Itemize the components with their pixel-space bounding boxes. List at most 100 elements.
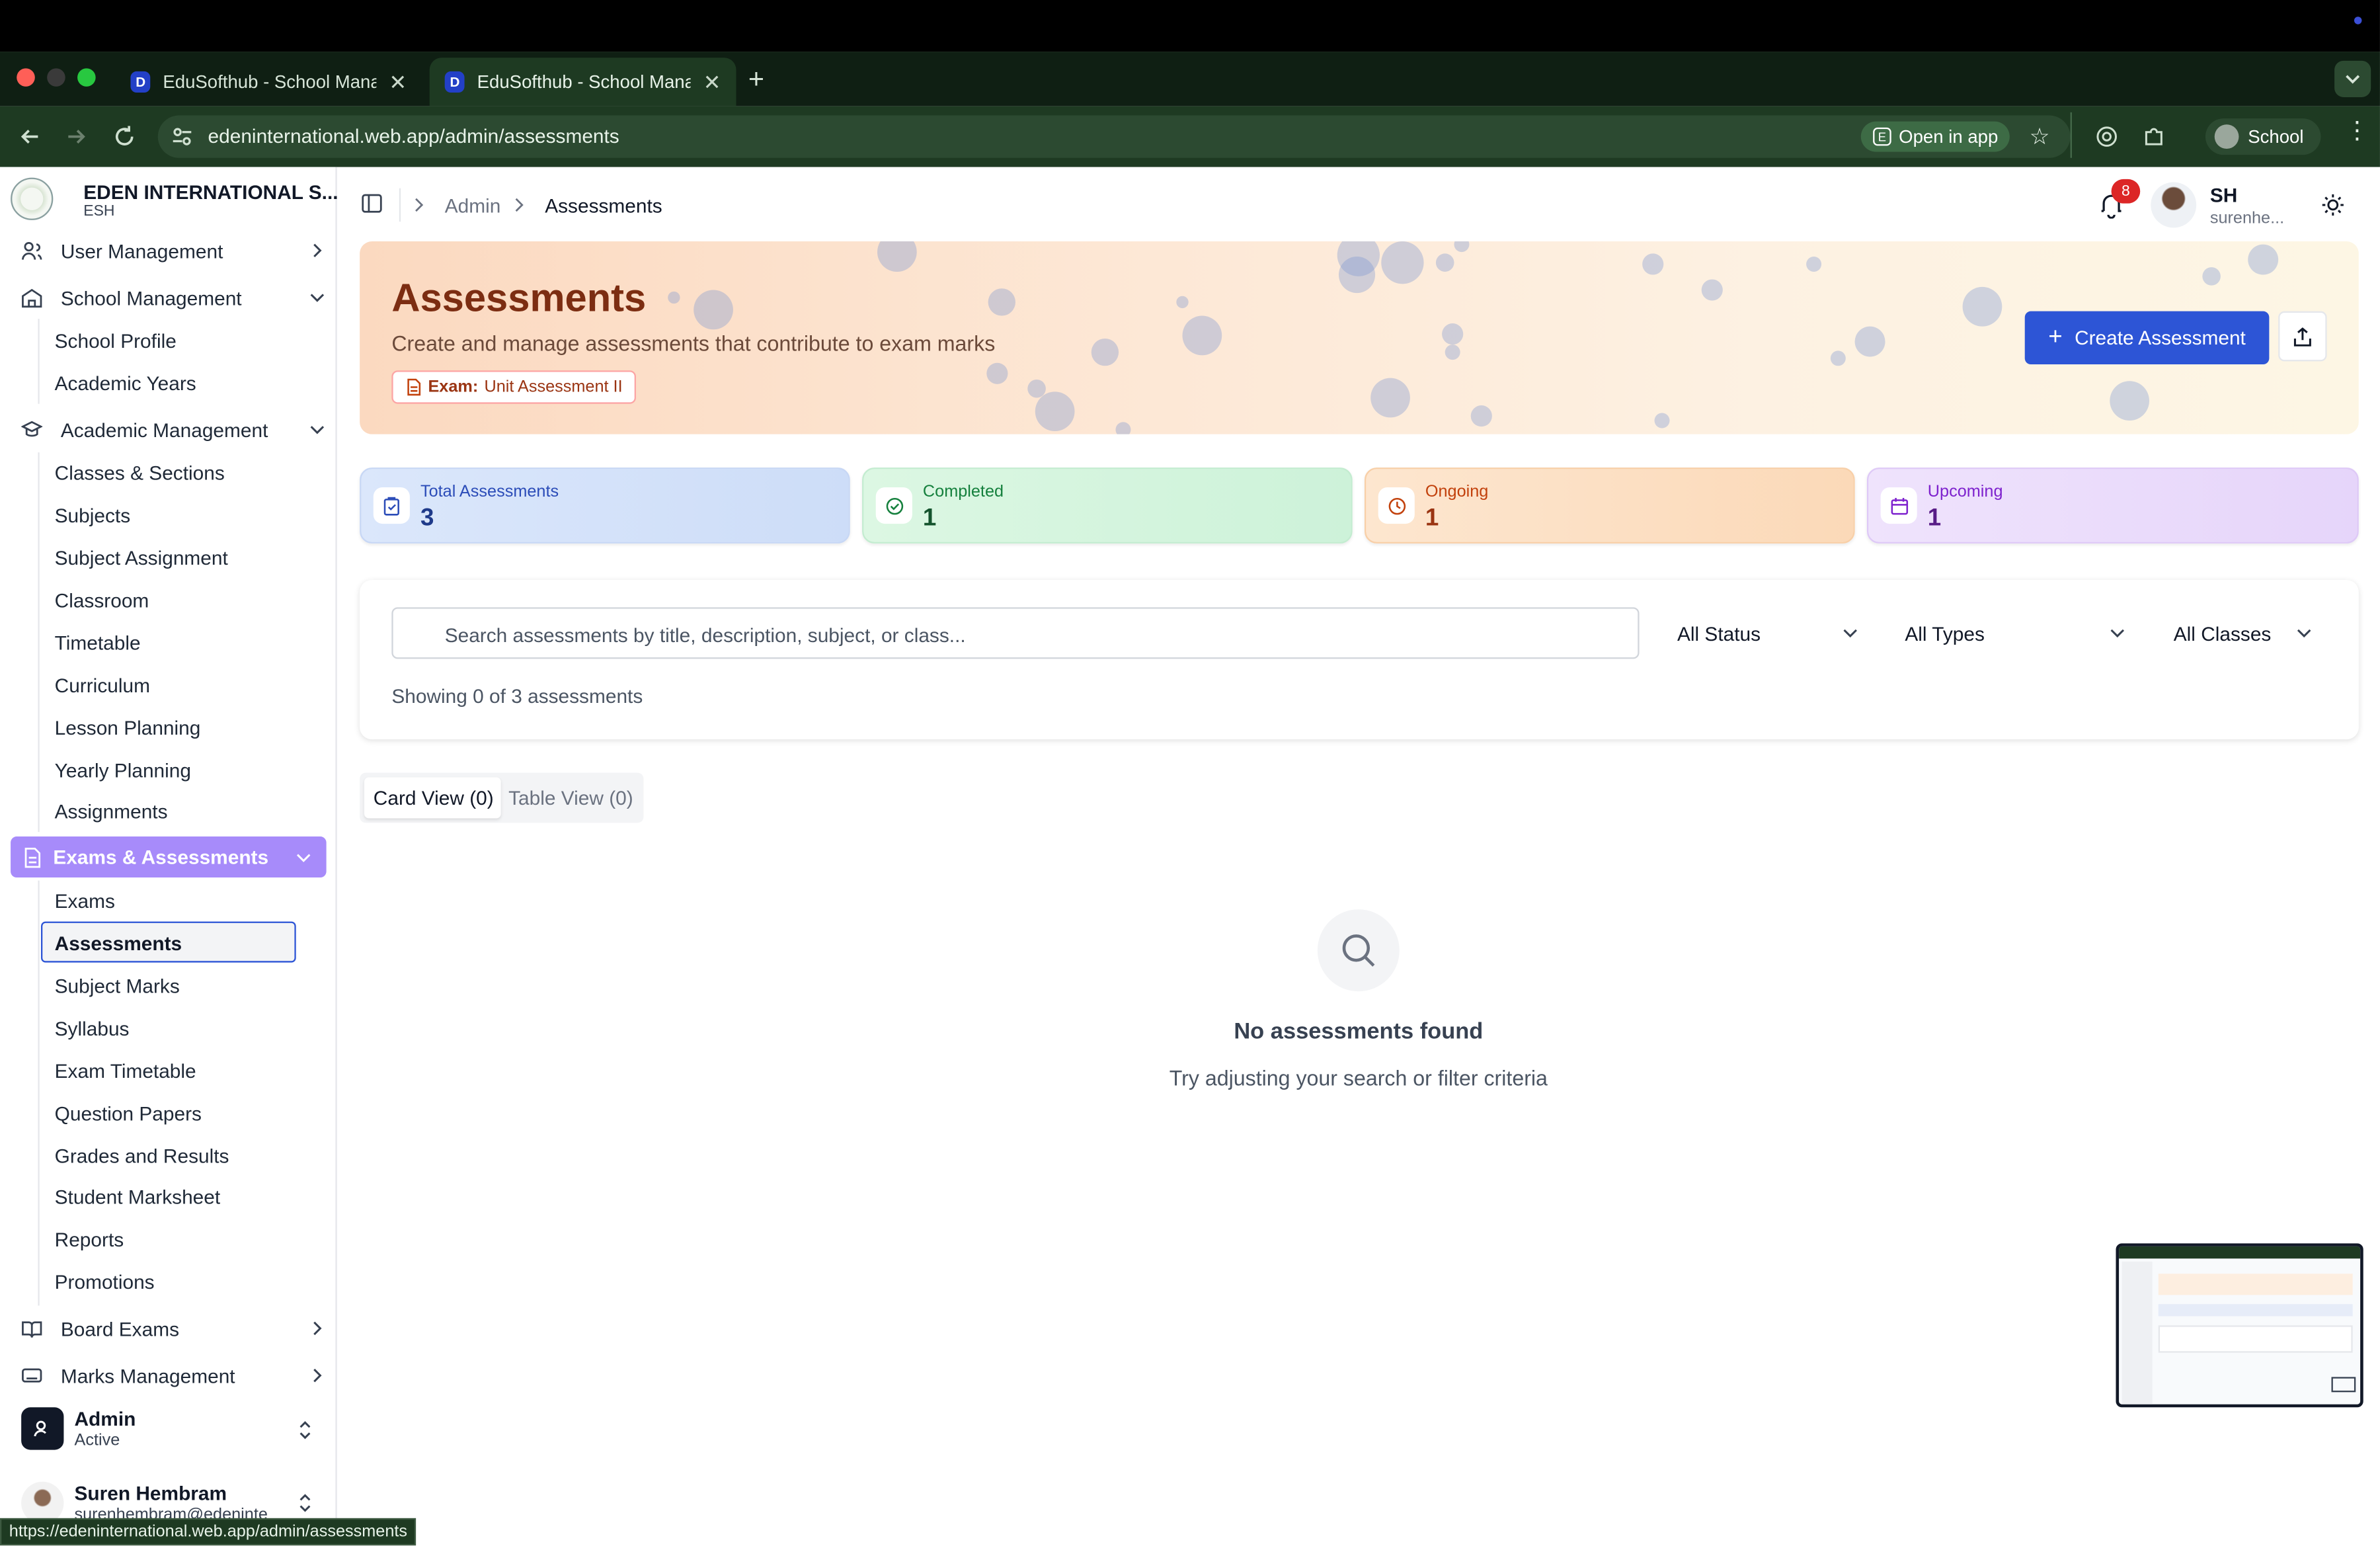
empty-search-icon (1317, 909, 1400, 992)
profile-button[interactable]: School (2205, 118, 2321, 155)
sidebar-item-subject-assignment[interactable]: Subject Assignment (55, 547, 228, 569)
screen-share-preview[interactable] (2116, 1243, 2363, 1408)
chevrons-up-down-icon (299, 1494, 311, 1512)
sidebar-item-yearly-planning[interactable]: Yearly Planning (55, 759, 191, 782)
sidebar-item-school-profile[interactable]: School Profile (55, 329, 177, 352)
tab-search-icon[interactable] (2334, 60, 2371, 97)
sidebar-group-board-exams[interactable]: Board Exams (21, 1312, 325, 1346)
sidebar-item-lesson-planning[interactable]: Lesson Planning (55, 717, 201, 739)
sidebar-item-exam-timetable[interactable]: Exam Timetable (55, 1060, 196, 1082)
decorative-bubble (1854, 326, 1885, 357)
status-select[interactable]: All Status (1659, 607, 1870, 659)
tab-close-icon[interactable]: ✕ (389, 69, 407, 95)
sidebar-group-academic-management[interactable]: Academic Management (21, 413, 325, 446)
sidebar-item-subject-marks[interactable]: Subject Marks (55, 975, 180, 997)
sidebar-item-timetable[interactable]: Timetable (55, 631, 141, 654)
theme-toggle-sun-icon[interactable] (2320, 193, 2345, 218)
browser-tab-1[interactable]: D EduSofthub - School Manage ✕ (115, 58, 422, 106)
classes-select[interactable]: All Classes (2155, 607, 2324, 659)
app-icon: E (1873, 127, 1891, 146)
decorative-bubble (1115, 422, 1131, 434)
school-name: EDEN INTERNATIONAL S... (83, 181, 338, 204)
sidebar-item-grades-results[interactable]: Grades and Results (55, 1145, 229, 1167)
stat-label: Completed (922, 483, 1004, 501)
decorative-bubble (877, 241, 917, 272)
types-select[interactable]: All Types (1887, 607, 2137, 659)
decorative-bubble (1701, 279, 1723, 301)
role-switcher[interactable]: Admin Active (12, 1403, 328, 1457)
header-user-short: surenhe... (2209, 209, 2285, 228)
search-input[interactable]: Search assessments by title, description… (391, 607, 1640, 659)
decorative-bubble (694, 290, 733, 330)
decorative-bubble (1182, 315, 1222, 356)
sidebar-item-promotions[interactable]: Promotions (55, 1271, 155, 1293)
stat-card-upcoming: Upcoming 1 (1866, 468, 2359, 544)
browser-menu-icon[interactable]: ⋮ (2345, 119, 2369, 143)
back-icon[interactable] (15, 122, 46, 152)
tab-card-view-label: Card View (0) (373, 786, 494, 809)
plus-icon: + (2048, 324, 2063, 350)
bookmark-star-icon[interactable]: ☆ (2030, 123, 2050, 150)
sidebar-item-syllabus[interactable]: Syllabus (55, 1017, 130, 1039)
sidebar-group-marks-management[interactable]: Marks Management (21, 1359, 325, 1393)
url-text[interactable]: edeninternational.web.app/admin/assessme… (208, 124, 619, 147)
header-user-initials[interactable]: SH (2210, 184, 2237, 206)
open-in-app-button[interactable]: E Open in app (1860, 121, 2010, 152)
stat-label: Total Assessments (420, 483, 559, 501)
sidebar-item-exams[interactable]: Exams (55, 889, 115, 912)
tab-close-icon[interactable]: ✕ (703, 69, 721, 95)
sidebar-item-question-papers[interactable]: Question Papers (55, 1102, 202, 1125)
breadcrumb-chevron-icon (413, 197, 424, 212)
sidebar-item-assignments[interactable]: Assignments (55, 800, 168, 823)
sidebar-item-classroom[interactable]: Classroom (55, 589, 149, 612)
chevron-down-icon (296, 854, 311, 862)
export-button[interactable] (2278, 311, 2327, 362)
tab-title: EduSofthub - School Manage (477, 71, 692, 93)
sidebar-item-reports[interactable]: Reports (55, 1228, 124, 1250)
decorative-bubble (1445, 345, 1460, 360)
sidebar-group-label: School Management (60, 286, 242, 309)
breadcrumb-admin[interactable]: Admin (445, 194, 501, 217)
new-tab-icon[interactable]: + (748, 63, 764, 95)
extensions-puzzle-icon[interactable] (2142, 124, 2166, 149)
sidebar-group-school-management[interactable]: School Management (21, 281, 325, 315)
decorative-bubble (2202, 267, 2221, 286)
decorative-bubble (1654, 413, 1670, 428)
chevron-down-icon (1843, 629, 1857, 638)
sidebar-group-user-management[interactable]: User Management (21, 234, 325, 268)
window-minimize-icon[interactable] (47, 68, 65, 87)
sidebar-group-exams-assessments[interactable]: Exams & Assessments (11, 836, 327, 878)
sidebar-item-academic-years[interactable]: Academic Years (55, 372, 196, 394)
create-assessment-button[interactable]: + Create Assessment (2024, 311, 2270, 365)
sidebar-group-label: Board Exams (60, 1317, 180, 1340)
page-subtitle: Create and manage assessments that contr… (391, 331, 996, 356)
sidebar-item-label: Assessments (54, 932, 182, 956)
tab-card-view[interactable]: Card View (0) (364, 777, 501, 819)
stat-card-ongoing: Ongoing 1 (1365, 468, 1855, 544)
extension-target-icon[interactable] (2094, 124, 2119, 149)
stat-label: Ongoing (1425, 483, 1489, 501)
sidebar-item-subjects[interactable]: Subjects (55, 504, 131, 526)
sidebar-item-curriculum[interactable]: Curriculum (55, 674, 150, 696)
window-close-icon[interactable] (17, 68, 35, 87)
stat-value: 1 (922, 505, 937, 532)
preview-sidebar (2122, 1261, 2153, 1404)
chevron-right-icon (313, 1321, 322, 1336)
header-user-avatar[interactable] (2151, 182, 2197, 228)
chevron-down-icon (2297, 629, 2311, 638)
window-zoom-icon[interactable] (77, 68, 96, 87)
site-settings-icon[interactable] (170, 124, 194, 149)
tab-table-view[interactable]: Table View (0) (508, 786, 633, 809)
tree-line (38, 452, 40, 833)
sidebar-item-assessments-active[interactable]: Assessments (40, 921, 296, 963)
sidebar-item-classes-sections[interactable]: Classes & Sections (55, 462, 225, 484)
decorative-bubble (1176, 296, 1189, 309)
empty-state-subtitle: Try adjusting your search or filter crit… (1169, 1065, 1548, 1090)
sidebar-item-student-marksheet[interactable]: Student Marksheet (55, 1186, 221, 1208)
decorative-bubble (1370, 378, 1410, 418)
reload-icon[interactable] (109, 122, 139, 152)
stat-card-total: Total Assessments 3 (360, 468, 850, 544)
sidebar-toggle-icon[interactable] (361, 193, 382, 214)
forward-icon[interactable] (61, 122, 91, 152)
browser-tab-2[interactable]: D EduSofthub - School Manage ✕ (429, 58, 736, 106)
